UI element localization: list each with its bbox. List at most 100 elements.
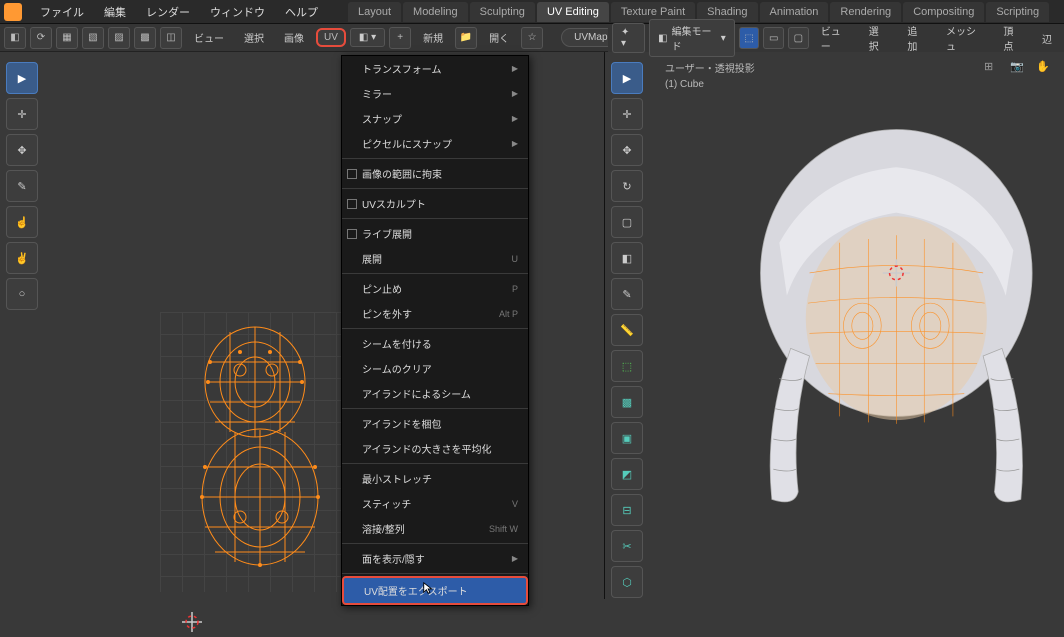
- dd-item-2[interactable]: スナップ▶: [342, 106, 528, 131]
- menu-image[interactable]: 画像: [276, 30, 312, 45]
- uv-tool-sidebar: ▶ ✛ ✥ ✎ ☝ ✌ ○: [6, 62, 38, 310]
- viewport-menu-vertex[interactable]: 頂点: [995, 23, 1030, 53]
- menu-help[interactable]: ヘルプ: [275, 4, 328, 20]
- projection-label: ユーザー・透視投影: [665, 62, 755, 77]
- tab-uv-editing[interactable]: UV Editing: [537, 2, 609, 22]
- dd-item-4[interactable]: 画像の範囲に拘束: [342, 161, 528, 186]
- grid-overlay-icon[interactable]: ⊞: [984, 60, 1004, 80]
- menu-view[interactable]: ビュー: [186, 30, 232, 45]
- dd-item-17[interactable]: 溶接/整列Shift W: [342, 516, 528, 541]
- tool-select-3d[interactable]: ▶: [611, 62, 643, 94]
- open-image-label[interactable]: 開く: [481, 30, 517, 45]
- sticky-select-icon[interactable]: ◫: [160, 27, 182, 49]
- select-mode-edge[interactable]: ▧: [82, 27, 104, 49]
- dd-item-9[interactable]: ピンを外すAlt P: [342, 301, 528, 326]
- tool-scale-3d[interactable]: ▢: [611, 206, 643, 238]
- dd-item-5[interactable]: UVスカルプト: [342, 191, 528, 216]
- select-mode-vert-3d[interactable]: ⬚: [739, 27, 760, 49]
- uv-wireframe: [180, 322, 340, 582]
- tool-transform-3d[interactable]: ◧: [611, 242, 643, 274]
- dd-item-16[interactable]: スティッチV: [342, 491, 528, 516]
- select-mode-face-3d[interactable]: ▢: [788, 27, 809, 49]
- camera-icon[interactable]: 📷: [1010, 60, 1030, 80]
- tool-knife[interactable]: ✂: [611, 530, 643, 562]
- dd-item-15[interactable]: 最小ストレッチ: [342, 466, 528, 491]
- hand-icon[interactable]: ✋: [1036, 60, 1056, 80]
- tool-poly-build[interactable]: ⬡: [611, 566, 643, 598]
- dd-item-12[interactable]: アイランドによるシーム: [342, 381, 528, 406]
- menu-render[interactable]: レンダー: [136, 4, 200, 20]
- viewport-menu-view[interactable]: ビュー: [813, 23, 857, 53]
- tab-animation[interactable]: Animation: [760, 2, 829, 22]
- viewport-menu-edge[interactable]: 辺: [1034, 31, 1060, 46]
- dd-item-8[interactable]: ピン止めP: [342, 276, 528, 301]
- tool-grab[interactable]: ☝: [6, 206, 38, 238]
- tool-extrude[interactable]: ▩: [611, 386, 643, 418]
- dd-item-13[interactable]: アイランドを梱包: [342, 411, 528, 436]
- tool-brush[interactable]: ✎: [6, 170, 38, 202]
- mode-selector[interactable]: ◧編集モード ▾: [649, 19, 735, 57]
- mouse-cursor-icon: [422, 581, 436, 595]
- dd-item-1[interactable]: ミラー▶: [342, 81, 528, 106]
- select-mode-island[interactable]: ▩: [134, 27, 156, 49]
- tool-annotate-3d[interactable]: ✎: [611, 278, 643, 310]
- viewport-menu-mesh[interactable]: メッシュ: [938, 23, 991, 53]
- tool-move[interactable]: ✥: [6, 134, 38, 166]
- dd-item-11[interactable]: シームのクリア: [342, 356, 528, 381]
- 2d-cursor-icon: [180, 610, 204, 637]
- tab-modeling[interactable]: Modeling: [403, 2, 468, 22]
- tool-measure-3d[interactable]: 📏: [611, 314, 643, 346]
- menu-edit[interactable]: 編集: [94, 4, 136, 20]
- tool-rotate-3d[interactable]: ↻: [611, 170, 643, 202]
- new-image-plus-icon[interactable]: +: [389, 27, 411, 49]
- tool-cursor[interactable]: ✛: [6, 98, 38, 130]
- tool-pinch[interactable]: ✌: [6, 242, 38, 274]
- viewport-overlay-controls: ⊞ 📷 ✋: [984, 60, 1056, 80]
- dd-item-19[interactable]: UV配置をエクスポート: [342, 576, 528, 605]
- tool-cursor-3d[interactable]: ✛: [611, 98, 643, 130]
- dd-item-18[interactable]: 面を表示/隠す▶: [342, 546, 528, 571]
- tab-compositing[interactable]: Compositing: [903, 2, 984, 22]
- select-mode-edge-3d[interactable]: ▭: [763, 27, 784, 49]
- tab-layout[interactable]: Layout: [348, 2, 401, 22]
- menu-uv[interactable]: UV: [316, 28, 346, 47]
- menu-file[interactable]: ファイル: [30, 4, 94, 20]
- tool-select-box[interactable]: ▶: [6, 62, 38, 94]
- dd-item-0[interactable]: トランスフォーム▶: [342, 56, 528, 81]
- tab-sculpting[interactable]: Sculpting: [470, 2, 535, 22]
- dd-item-7[interactable]: 展開U: [342, 246, 528, 271]
- viewport-menu-select[interactable]: 選択: [861, 23, 896, 53]
- uv-editor-panel: ▶ ✛ ✥ ✎ ☝ ✌ ○: [0, 52, 605, 599]
- tool-bevel[interactable]: ◩: [611, 458, 643, 490]
- tab-rendering[interactable]: Rendering: [830, 2, 901, 22]
- viewport-info: ユーザー・透視投影 (1) Cube: [665, 62, 755, 92]
- tool-move-3d[interactable]: ✥: [611, 134, 643, 166]
- tab-scripting[interactable]: Scripting: [986, 2, 1049, 22]
- sync-icon[interactable]: ⟳: [30, 27, 52, 49]
- blender-logo[interactable]: [4, 3, 22, 21]
- image-selector[interactable]: ◧ ▾: [350, 28, 385, 47]
- open-folder-icon[interactable]: 📁: [455, 27, 477, 49]
- menu-window[interactable]: ウィンドウ: [200, 4, 275, 20]
- uv-grid-area[interactable]: [160, 312, 360, 592]
- select-mode-face[interactable]: ▨: [108, 27, 130, 49]
- tool-loopcut[interactable]: ⊟: [611, 494, 643, 526]
- object-icon[interactable]: ✦ ▾: [612, 23, 645, 53]
- editor-type-icon[interactable]: ◧: [4, 27, 26, 49]
- dd-item-14[interactable]: アイランドの大きさを平均化: [342, 436, 528, 461]
- pin-icon[interactable]: ☆: [521, 27, 543, 49]
- 3d-viewport-panel: ▶ ✛ ✥ ↻ ▢ ◧ ✎ 📏 ⬚ ▩ ▣ ◩ ⊟ ✂ ⬡ ユーザー・透視投影 …: [605, 52, 1064, 599]
- dd-item-6[interactable]: ライブ展開: [342, 221, 528, 246]
- 3d-model-area[interactable]: [665, 92, 1064, 599]
- select-mode-vertex[interactable]: ▦: [56, 27, 78, 49]
- main-area: ▶ ✛ ✥ ✎ ☝ ✌ ○: [0, 52, 1064, 599]
- dd-item-3[interactable]: ピクセルにスナップ▶: [342, 131, 528, 156]
- tool-relax[interactable]: ○: [6, 278, 38, 310]
- uv-dropdown-menu: トランスフォーム▶ミラー▶スナップ▶ピクセルにスナップ▶ 画像の範囲に拘束 UVスカ…: [341, 55, 529, 606]
- menu-select[interactable]: 選択: [236, 30, 272, 45]
- tool-add-cube[interactable]: ⬚: [611, 350, 643, 382]
- new-image-label[interactable]: 新規: [415, 30, 451, 45]
- tool-inset[interactable]: ▣: [611, 422, 643, 454]
- viewport-menu-add[interactable]: 追加: [899, 23, 934, 53]
- dd-item-10[interactable]: シームを付ける: [342, 331, 528, 356]
